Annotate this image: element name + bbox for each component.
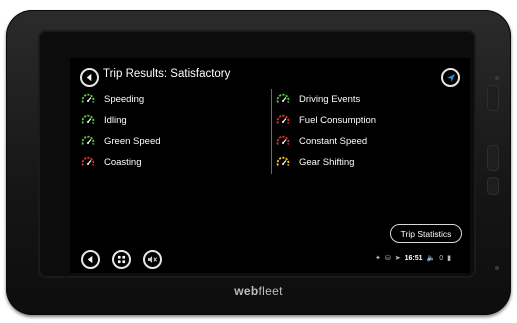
bottom-back-button[interactable] bbox=[81, 250, 100, 269]
result-item-gear-shifting[interactable]: Gear Shifting bbox=[275, 156, 354, 168]
status-bar: ✦ ⛁ ➤ 16:51 🔈 0 ▮ bbox=[375, 254, 452, 263]
gauge-icon bbox=[81, 135, 95, 145]
volume-icon: 🔈 bbox=[426, 255, 436, 262]
sensor-dot bbox=[495, 266, 499, 270]
back-arrow-icon bbox=[86, 73, 92, 82]
location-arrow-icon: ➤ bbox=[394, 255, 401, 262]
trip-statistics-button[interactable]: Trip Statistics bbox=[390, 224, 462, 243]
result-item-constant-speed[interactable]: Constant Speed bbox=[275, 135, 367, 147]
gauge-icon bbox=[81, 156, 95, 166]
navigation-button[interactable] bbox=[441, 68, 460, 87]
screen: Trip Results: Satisfactory Speeding Idlin… bbox=[70, 58, 470, 273]
clock-time: 16:51 bbox=[404, 254, 423, 262]
page-title: Trip Results: Satisfactory bbox=[103, 68, 231, 80]
result-item-coasting[interactable]: Coasting bbox=[80, 156, 142, 168]
brand-logo: webfleet bbox=[234, 284, 283, 298]
result-item-driving-events[interactable]: Driving Events bbox=[275, 93, 360, 105]
side-button-middle[interactable] bbox=[488, 146, 498, 170]
gauge-icon bbox=[276, 93, 290, 103]
gauge-icon bbox=[276, 114, 290, 124]
result-item-speeding[interactable]: Speeding bbox=[80, 93, 144, 105]
back-button[interactable] bbox=[80, 68, 99, 87]
side-button-top[interactable] bbox=[488, 86, 498, 110]
result-item-idling[interactable]: Idling bbox=[80, 114, 127, 126]
gps-icon: ✦ bbox=[375, 255, 381, 262]
message-count: 0 bbox=[439, 254, 444, 262]
sensor-dot bbox=[495, 76, 499, 80]
result-item-label: Constant Speed bbox=[299, 135, 368, 147]
result-item-green-speed[interactable]: Green Speed bbox=[80, 135, 161, 147]
gauge-icon bbox=[276, 135, 290, 145]
vehicle-icon: ⛁ bbox=[384, 255, 391, 262]
gauge-icon bbox=[276, 156, 290, 166]
result-item-label: Driving Events bbox=[299, 93, 361, 105]
battery-icon: ▮ bbox=[447, 255, 452, 262]
result-item-label: Idling bbox=[104, 114, 127, 126]
grid-menu-icon bbox=[117, 255, 126, 264]
result-item-label: Coasting bbox=[104, 156, 142, 168]
gauge-icon bbox=[81, 93, 95, 103]
result-item-label: Green Speed bbox=[104, 135, 161, 147]
navigation-arrow-icon bbox=[446, 73, 455, 82]
column-divider bbox=[271, 89, 272, 174]
back-arrow-icon bbox=[87, 255, 93, 264]
gauge-icon bbox=[81, 114, 95, 124]
speaker-mute-icon bbox=[148, 256, 157, 263]
main-menu-button[interactable] bbox=[112, 250, 131, 269]
result-item-label: Gear Shifting bbox=[299, 156, 355, 168]
result-item-label: Fuel Consumption bbox=[299, 114, 377, 126]
mute-button[interactable] bbox=[143, 250, 162, 269]
result-item-fuel-consumption[interactable]: Fuel Consumption bbox=[275, 114, 376, 126]
result-item-label: Speeding bbox=[104, 93, 145, 105]
side-button-bottom[interactable] bbox=[488, 178, 498, 194]
